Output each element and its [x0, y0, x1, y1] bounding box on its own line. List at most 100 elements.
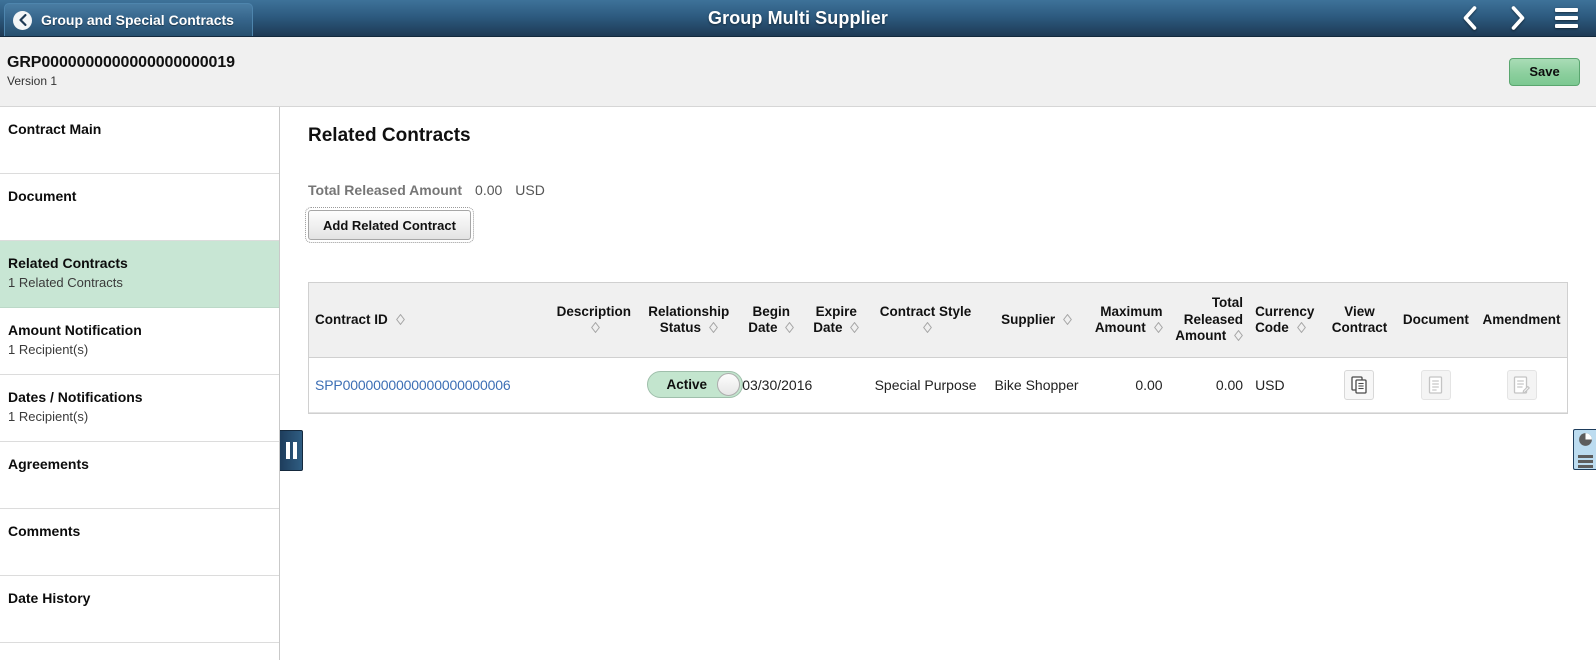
amendment-button — [1506, 369, 1537, 400]
total-released-amount-currency: USD — [515, 182, 545, 198]
pause-bars-icon — [285, 442, 290, 459]
sort-toggle-icon[interactable] — [1153, 321, 1163, 333]
contract-id-link[interactable]: SPP0000000000000000000006 — [315, 377, 511, 393]
column-header-label: Amendment — [1482, 311, 1561, 327]
table-header-row: Contract ID Description Relationship Sta… — [309, 283, 1567, 358]
sort-toggle-icon[interactable] — [1296, 321, 1306, 333]
column-header-expire-date[interactable]: Expire Date — [806, 283, 867, 358]
sort-toggle-icon[interactable] — [708, 321, 718, 333]
column-header-label: Maximum Amount — [1094, 303, 1163, 335]
sidebar-item-document[interactable]: Document — [0, 174, 279, 241]
related-contracts-table: Contract ID Description Relationship Sta… — [309, 283, 1567, 413]
cell-relationship-status: Active — [641, 357, 744, 413]
sidebar-item-dates-notifications[interactable]: Dates / Notifications 1 Recipient(s) — [0, 375, 279, 442]
column-header-label: Total Released Amount — [1175, 295, 1244, 343]
column-header-label: Begin Date — [748, 303, 791, 335]
column-header-document: Document — [1395, 283, 1477, 358]
table-header: Contract ID Description Relationship Sta… — [309, 283, 1567, 358]
sidebar-item-label: Contract Main — [8, 121, 102, 137]
chevron-left-icon[interactable] — [1459, 5, 1481, 31]
sidebar-item-label: Amount Notification — [8, 322, 142, 338]
header-actions — [1459, 5, 1596, 31]
column-header-contract-id[interactable]: Contract ID — [309, 283, 547, 358]
sidebar-item-comments[interactable]: Comments — [0, 509, 279, 576]
document-icon — [1428, 375, 1443, 394]
toggle-knob — [717, 373, 741, 396]
sidebar-item-related-contracts[interactable]: Related Contracts 1 Related Contracts — [0, 241, 279, 308]
sidebar-item-label: Comments — [8, 523, 81, 539]
table-row: SPP0000000000000000000006 Active 03/30/2… — [309, 357, 1567, 413]
sidebar-item-agreements[interactable]: Agreements — [0, 442, 279, 509]
sidebar-item-subtext: 1 Recipient(s) — [8, 341, 89, 357]
sidebar-collapse-handle[interactable] — [280, 430, 303, 471]
column-header-relationship-status[interactable]: Relationship Status — [641, 283, 737, 358]
sort-toggle-icon[interactable] — [923, 321, 932, 333]
document-identity: GRP0000000000000000000019 Version 1 — [7, 53, 235, 90]
column-header-supplier[interactable]: Supplier — [984, 283, 1089, 358]
column-header-currency-code[interactable]: Currency Code — [1249, 283, 1324, 358]
sidebar-item-contract-main[interactable]: Contract Main — [0, 107, 279, 174]
pause-bars-icon — [292, 442, 297, 459]
back-button-label: Group and Special Contracts — [41, 12, 234, 28]
related-contracts-table-container: Contract ID Description Relationship Sta… — [308, 282, 1568, 414]
section-navigation-sidebar: Contract Main Document Related Contracts… — [0, 107, 280, 660]
view-contract-button[interactable] — [1344, 369, 1375, 400]
sort-toggle-icon[interactable] — [850, 321, 860, 333]
sort-toggle-icon[interactable] — [395, 313, 405, 325]
cell-view-contract — [1323, 357, 1396, 413]
cell-amendment — [1476, 357, 1567, 413]
sidebar-item-date-history[interactable]: Date History — [0, 576, 279, 643]
chevron-left-icon — [13, 10, 32, 30]
back-to-group-and-special-contracts-button[interactable]: Group and Special Contracts — [4, 3, 253, 36]
column-header-view-contract: View Contract — [1323, 283, 1396, 358]
column-header-maximum-amount[interactable]: Maximum Amount — [1088, 283, 1169, 358]
column-header-label: View Contract — [1331, 303, 1388, 335]
cell-begin-date: 03/30/2016 — [736, 357, 812, 413]
relationship-status-label: Active — [666, 377, 708, 392]
sidebar-item-label: Document — [8, 188, 77, 204]
cell-expire-date — [806, 357, 867, 413]
chevron-right-icon[interactable] — [1507, 5, 1529, 31]
column-header-contract-style[interactable]: Contract Style — [866, 283, 985, 358]
column-header-label: Contract Style — [879, 303, 972, 319]
sidebar-item-subtext: 1 Recipient(s) — [8, 408, 89, 424]
hamburger-menu-icon[interactable] — [1555, 8, 1578, 28]
document-button — [1420, 369, 1451, 400]
column-header-label: Description — [556, 303, 631, 319]
sort-toggle-icon[interactable] — [1234, 329, 1243, 341]
column-header-description[interactable]: Description — [546, 283, 642, 358]
sidebar-item-subtext: 1 Related Contracts — [8, 274, 123, 290]
cell-currency-code: USD — [1249, 357, 1324, 413]
document-version: Version 1 — [7, 74, 58, 89]
column-header-label: Document — [1402, 311, 1469, 327]
document-edit-icon — [1513, 375, 1530, 394]
cell-description — [546, 357, 642, 413]
workspace: Contract Main Document Related Contracts… — [0, 107, 1596, 660]
cell-total-released-amount: 0.00 — [1168, 357, 1250, 413]
pie-chart-icon — [1578, 432, 1593, 452]
sidebar-item-label: Related Contracts — [8, 255, 128, 271]
column-header-label: Contract ID — [315, 311, 388, 327]
analytics-panel-tab[interactable] — [1573, 429, 1596, 470]
add-related-contract-button[interactable]: Add Related Contract — [305, 207, 474, 243]
total-released-amount-value: 0.00 — [475, 182, 503, 198]
sidebar-item-label: Dates / Notifications — [8, 389, 143, 405]
sort-toggle-icon[interactable] — [785, 321, 795, 333]
document-subheader: GRP0000000000000000000019 Version 1 Save — [0, 37, 1596, 107]
document-id: GRP0000000000000000000019 — [7, 54, 235, 72]
save-button[interactable]: Save — [1509, 57, 1580, 86]
column-header-begin-date[interactable]: Begin Date — [736, 283, 807, 358]
app-header: Group and Special Contracts Group Multi … — [0, 0, 1596, 37]
column-header-label: Supplier — [1001, 311, 1056, 327]
sidebar-item-amount-notification[interactable]: Amount Notification 1 Recipient(s) — [0, 308, 279, 375]
sort-toggle-icon[interactable] — [1062, 313, 1072, 325]
table-body: SPP0000000000000000000006 Active 03/30/2… — [309, 357, 1567, 413]
sidebar-item-label: Date History — [8, 590, 91, 606]
cell-supplier: Bike Shopper — [984, 357, 1089, 413]
column-header-total-released-amount[interactable]: Total Released Amount — [1168, 283, 1250, 358]
relationship-status-toggle[interactable]: Active — [647, 371, 744, 398]
copy-document-icon — [1351, 375, 1368, 394]
cell-maximum-amount: 0.00 — [1088, 357, 1169, 413]
sort-toggle-icon[interactable] — [591, 321, 601, 333]
section-title: Related Contracts — [308, 125, 471, 146]
